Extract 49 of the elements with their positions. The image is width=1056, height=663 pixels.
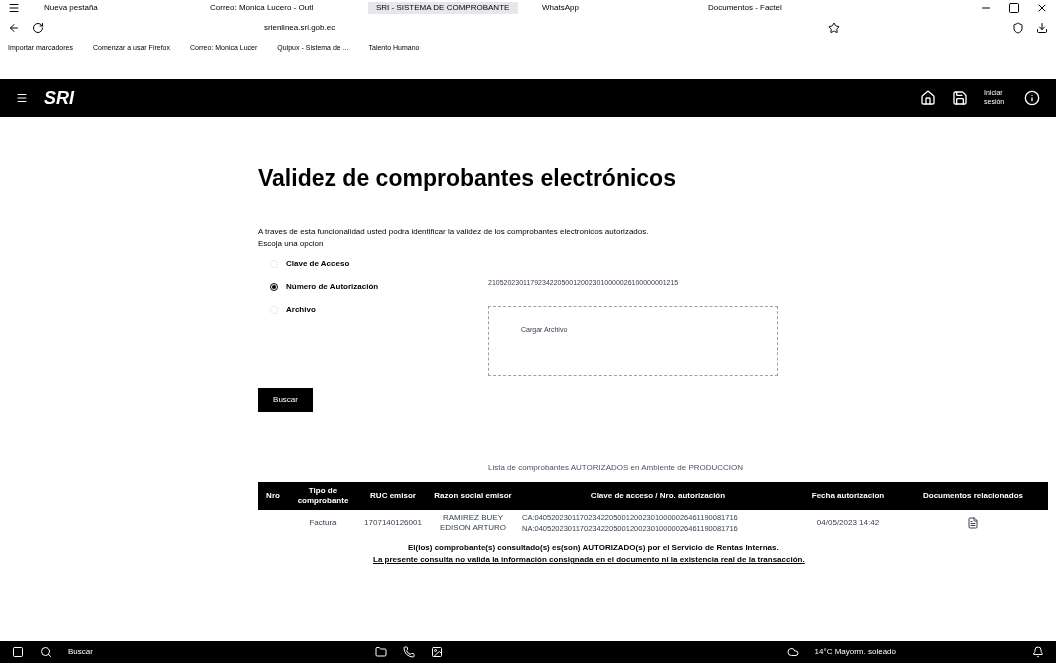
page-title: Validez de comprobantes electrónicos: [258, 164, 677, 193]
close-icon[interactable]: [1036, 2, 1048, 14]
radio-option[interactable]: Archivo: [270, 303, 438, 316]
intro-text: A traves de esta funcionalidad usted podra identificar la validez de los comprobantes electronicos autorizados.: [258, 225, 650, 238]
notification-icon[interactable]: [1032, 646, 1044, 658]
table-cell-text: 1707140126001: [363, 517, 423, 529]
browser-tab[interactable]: WhatsApp: [534, 2, 684, 14]
logo[interactable]: SRI: [44, 84, 74, 112]
home-icon[interactable]: [920, 90, 936, 106]
maximize-icon[interactable]: [1008, 2, 1020, 14]
column-header: Razon social emisor: [433, 491, 513, 501]
document-icon[interactable]: [967, 517, 979, 529]
browser-tab[interactable]: Correo: Monica Lucero - Outl: [202, 2, 352, 14]
image-icon[interactable]: [430, 646, 443, 658]
column-header: Nro: [265, 491, 281, 501]
folder-icon[interactable]: [374, 646, 387, 658]
download-icon[interactable]: [1036, 22, 1048, 34]
column-header: Clave de acceso / Nro. autorización: [589, 491, 727, 501]
column-header: Documentos relacionados: [922, 491, 1024, 501]
column-header: Tipo de comprobante: [296, 486, 350, 506]
info-icon[interactable]: [1024, 90, 1040, 106]
table-cell-text: RAMIREZ BUEY EDISON ARTURO: [438, 513, 508, 533]
browser-tab[interactable]: Documentos - Factel: [700, 2, 850, 14]
phone-icon[interactable]: [402, 646, 415, 658]
column-header: Fecha autorizacion: [810, 491, 886, 501]
disclaimer-text: La presente consulta no valida la información consignada en el documento ni la existencia real de la transacción.: [373, 554, 806, 566]
start-icon[interactable]: [12, 646, 24, 658]
shield-icon[interactable]: [1012, 22, 1024, 34]
address-bar[interactable]: srienlinea.sri.gob.ec: [256, 22, 816, 34]
result-text: El(los) comprobante(s) consultado(s) es(son) AUTORIZADO(s) por el Servicio de Rentas Internas.: [408, 542, 780, 554]
browser-tab[interactable]: SRI - SISTEMA DE COMPROBANTE: [368, 2, 518, 14]
reload-icon[interactable]: [32, 22, 44, 34]
table-caption: Lista de comprobantes AUTORIZADOS en Ambiente de PRODUCCION: [488, 462, 745, 474]
taskbar-search[interactable]: Buscar: [68, 646, 93, 658]
column-header: RUC emisor: [369, 491, 417, 501]
weather-icon: [786, 646, 799, 658]
radio-option[interactable]: Clave de Acceso: [270, 257, 438, 270]
star-icon[interactable]: [828, 22, 840, 34]
prompt-text: Escoja una opcion: [258, 237, 325, 250]
table-cell-text: 04/05/2023 14:42: [815, 517, 881, 529]
search-button[interactable]: Buscar: [258, 388, 313, 412]
browser-tab[interactable]: Nueva pestaña: [36, 2, 186, 14]
table-cell-text: Factura: [308, 517, 338, 529]
menu-icon[interactable]: [16, 92, 28, 104]
search-icon[interactable]: [40, 646, 52, 658]
radio-option[interactable]: Número de Autorización: [270, 280, 438, 293]
back-icon[interactable]: [8, 22, 20, 34]
menu-icon[interactable]: [8, 2, 20, 14]
weather-text: 14°C Mayorm. soleado: [814, 646, 896, 658]
